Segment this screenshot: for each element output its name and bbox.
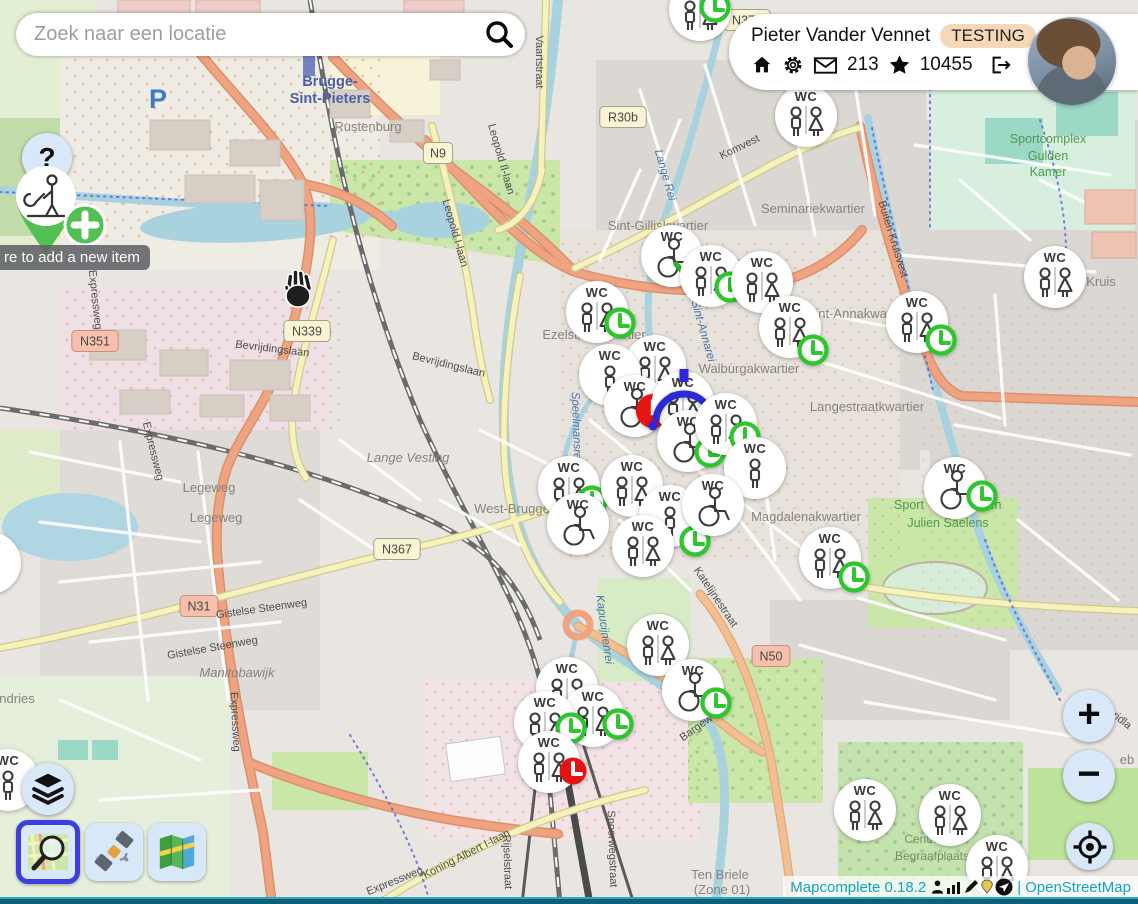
- attribution-separator: |: [1017, 879, 1021, 896]
- folded-map-icon: [156, 831, 198, 873]
- svg-text:eren: eren: [976, 498, 1001, 512]
- svg-text:eb: eb: [1120, 752, 1134, 767]
- logout-icon[interactable]: [988, 54, 1012, 76]
- marker-icon: [980, 879, 994, 895]
- attribution-bar: Mapcomplete 0.18.2 | OpenStreetMap: [783, 876, 1138, 898]
- svg-text:Begraafplaats: Begraafplaats: [895, 849, 969, 863]
- svg-text:Manitobawijk: Manitobawijk: [199, 665, 276, 680]
- svg-text:Kamer: Kamer: [1030, 165, 1067, 179]
- svg-text:Ezelstraatkwartier: Ezelstraatkwartier: [542, 327, 646, 342]
- zoom-out-button[interactable]: −: [1063, 750, 1115, 802]
- svg-text:Julien Saelens: Julien Saelens: [907, 516, 988, 530]
- background-map-button[interactable]: [148, 823, 206, 881]
- svg-text:N351: N351: [80, 335, 110, 349]
- mail-count: 213: [847, 54, 879, 76]
- search-icon[interactable]: [483, 19, 515, 51]
- svg-text:Magdalenakwartier: Magdalenakwartier: [751, 509, 862, 524]
- svg-text:Seminariekwartier: Seminariekwartier: [761, 201, 866, 216]
- svg-text:N31: N31: [188, 600, 211, 614]
- zoom-in-label: +: [1077, 714, 1100, 719]
- basemap: N9R30bN376N339N351N367N31N50 Brugge-Sint…: [0, 0, 1138, 904]
- layers-icon: [28, 769, 68, 809]
- user-avatar[interactable]: [1028, 17, 1116, 105]
- search-input[interactable]: [32, 22, 483, 47]
- svg-text:Vaartstraat: Vaartstraat: [533, 36, 545, 89]
- star-count: 10455: [920, 54, 973, 76]
- hand-cursor-icon: [281, 268, 315, 308]
- app-version[interactable]: Mapcomplete 0.18.2: [790, 879, 926, 896]
- home-icon[interactable]: [751, 54, 773, 76]
- svg-text:Langestraatkwartier: Langestraatkwartier: [810, 399, 925, 414]
- contributor-stats-icon[interactable]: [930, 879, 945, 895]
- svg-text:Sint-Gilliskwartier: Sint-Gilliskwartier: [608, 218, 709, 233]
- svg-text:Rustenburg: Rustenburg: [334, 119, 401, 134]
- svg-text:Sint-Annakwartier: Sint-Annakwartier: [807, 306, 910, 321]
- svg-text:Sportcomplex: Sportcomplex: [1010, 132, 1087, 146]
- statistics-icon[interactable]: [946, 879, 962, 895]
- svg-text:Walburgakwartier: Walburgakwartier: [699, 361, 800, 376]
- background-switcher: [16, 820, 206, 884]
- layers-button[interactable]: [22, 763, 74, 815]
- star-icon[interactable]: [888, 54, 911, 76]
- crosshair-icon: [1073, 830, 1107, 864]
- search-bar[interactable]: [16, 13, 525, 56]
- svg-text:N367: N367: [382, 543, 412, 557]
- user-name[interactable]: Pieter Vander Vennet: [751, 25, 930, 47]
- svg-text:N339: N339: [292, 325, 322, 339]
- edit-pencil-icon[interactable]: [963, 879, 979, 895]
- svg-text:N50: N50: [760, 650, 783, 664]
- add-item-tooltip: re to add a new item: [0, 245, 150, 270]
- svg-text:Sport: Sport: [894, 498, 924, 512]
- testing-badge: TESTING: [940, 24, 1036, 48]
- background-satellite-button[interactable]: [85, 823, 143, 881]
- svg-text:Centrale: Centrale: [904, 832, 950, 846]
- svg-text:Sint-Pieters: Sint-Pieters: [290, 91, 371, 107]
- geolocate-button[interactable]: [1066, 823, 1113, 870]
- satellite-icon: [93, 831, 135, 873]
- svg-text:(Zone 01): (Zone 01): [694, 882, 750, 897]
- zoom-in-button[interactable]: +: [1063, 690, 1115, 742]
- mail-icon[interactable]: [813, 54, 838, 76]
- community-icon[interactable]: [995, 878, 1013, 896]
- map-canvas[interactable]: N9R30bN376N339N351N367N31N50 Brugge-Sint…: [0, 0, 1138, 904]
- svg-text:West-Brugge: West-Brugge: [474, 501, 550, 516]
- background-osm-button[interactable]: [16, 820, 80, 884]
- svg-text:ndries: ndries: [0, 691, 35, 706]
- svg-text:Lange Vesting: Lange Vesting: [367, 450, 450, 465]
- svg-text:P: P: [149, 84, 167, 114]
- bottom-bar: [0, 897, 1138, 904]
- svg-text:N9: N9: [430, 147, 446, 161]
- svg-text:R30b: R30b: [608, 111, 638, 125]
- gear-icon[interactable]: [782, 54, 804, 76]
- svg-text:Legeweg: Legeweg: [190, 510, 243, 525]
- svg-text:Kruis: Kruis: [1086, 274, 1116, 289]
- osm-link[interactable]: OpenStreetMap: [1025, 879, 1131, 896]
- svg-text:Gulden: Gulden: [1028, 149, 1068, 163]
- svg-text:Legeweg: Legeweg: [183, 480, 236, 495]
- svg-text:Brugge-: Brugge-: [302, 74, 358, 90]
- osm-map-icon: [26, 830, 70, 874]
- svg-text:Speelmansrei: Speelmansrei: [569, 392, 583, 463]
- zoom-out-label: −: [1077, 774, 1100, 779]
- svg-text:Ten Briele: Ten Briele: [691, 867, 749, 882]
